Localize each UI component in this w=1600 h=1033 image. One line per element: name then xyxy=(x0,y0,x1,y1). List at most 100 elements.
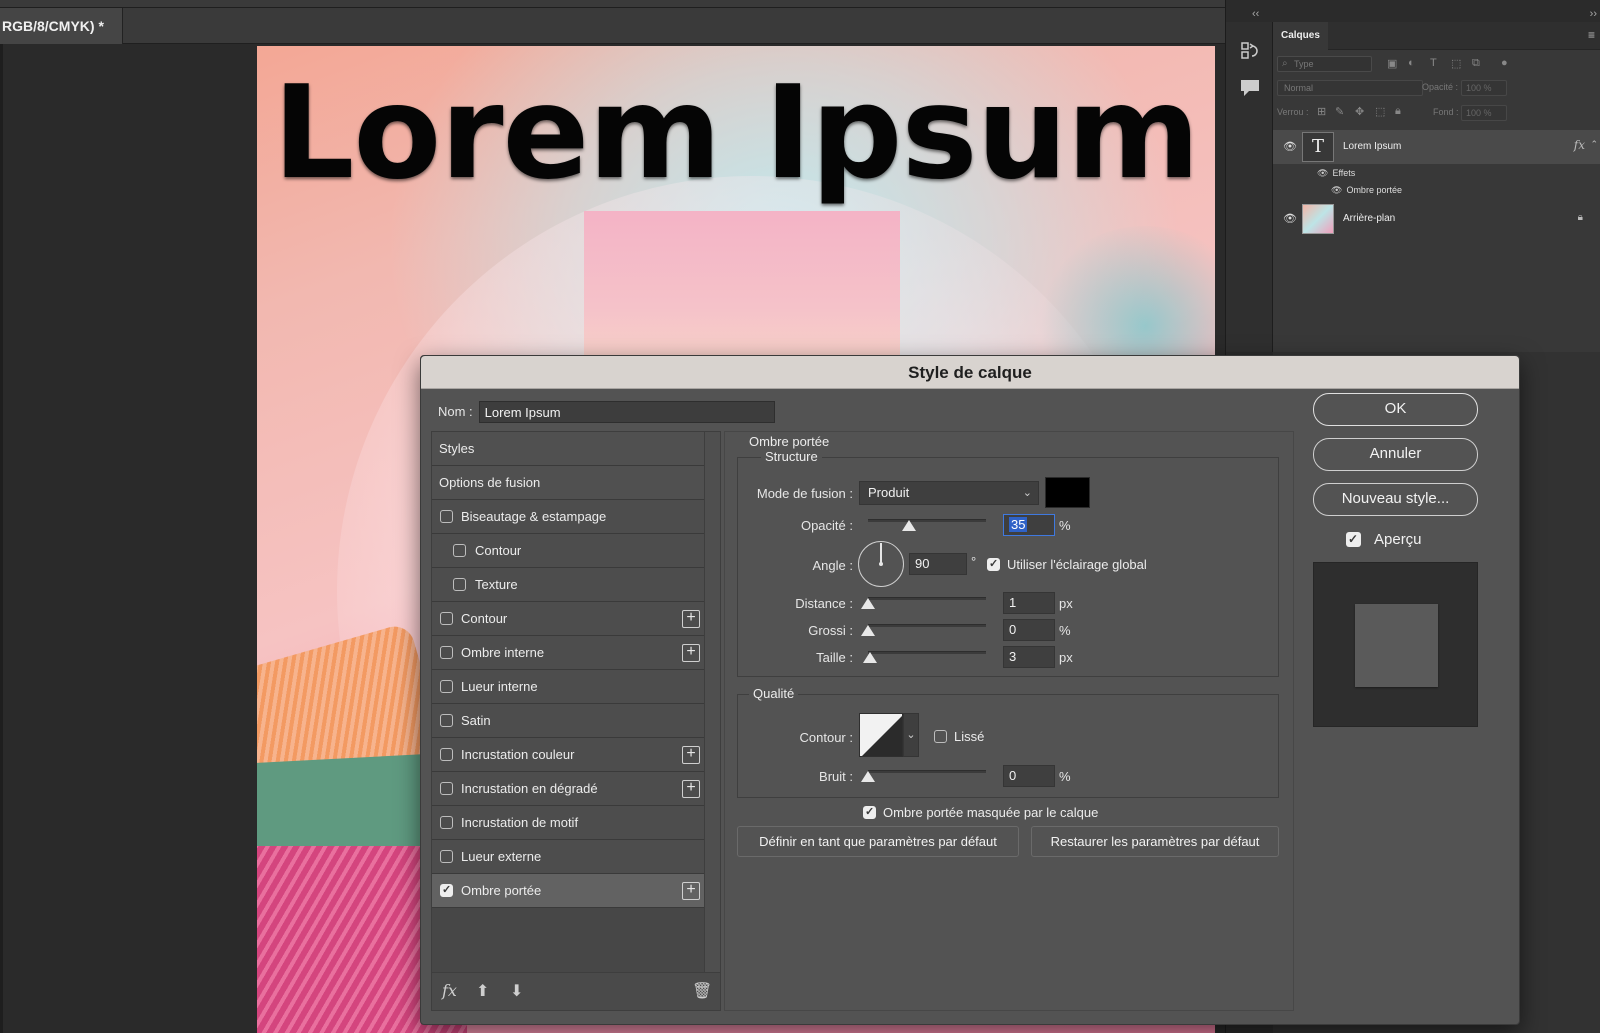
style-item[interactable]: Texture xyxy=(432,568,706,602)
antialias-box[interactable] xyxy=(934,730,947,743)
fx-menu-icon[interactable]: fx xyxy=(442,981,457,1000)
noise-slider[interactable] xyxy=(861,767,986,783)
preview-checkbox[interactable]: Aperçu xyxy=(1346,532,1422,548)
filter-shape-icon[interactable]: ⬚ xyxy=(1451,57,1461,70)
antialias-checkbox[interactable]: Lissé xyxy=(934,730,984,744)
lock-all-icon[interactable]: 🔒︎ xyxy=(1395,105,1401,118)
preview-box[interactable] xyxy=(1346,532,1361,547)
distance-field[interactable]: 1 xyxy=(1003,592,1055,614)
spread-slider[interactable] xyxy=(861,621,986,637)
spread-field[interactable]: 0 xyxy=(1003,619,1055,641)
angle-field[interactable]: 90 xyxy=(909,553,967,575)
opacity-slider-thumb[interactable] xyxy=(902,520,917,531)
style-item[interactable]: Contour xyxy=(432,534,706,568)
style-item[interactable]: Biseautage & estampage xyxy=(432,500,706,534)
drop-shadow-eye-icon[interactable]: 👁︎ xyxy=(1331,185,1342,195)
size-slider-thumb[interactable] xyxy=(863,652,877,663)
global-light-box[interactable] xyxy=(987,558,1000,571)
document-tab[interactable]: RGB/8/CMYK) * xyxy=(0,8,123,44)
contour-curve-preview[interactable] xyxy=(859,713,903,757)
style-item[interactable]: Ombre portée + xyxy=(432,874,706,908)
new-style-button[interactable]: Nouveau style... xyxy=(1313,483,1478,516)
name-input[interactable]: Lorem Ipsum xyxy=(478,401,775,423)
add-instance-icon[interactable]: + xyxy=(682,780,700,798)
cancel-button[interactable]: Annuler xyxy=(1313,438,1478,471)
visibility-eye-icon[interactable]: 👁︎ xyxy=(1283,140,1297,153)
comment-icon[interactable] xyxy=(1238,77,1262,101)
add-instance-icon[interactable]: + xyxy=(682,610,700,628)
style-item[interactable]: Lueur interne xyxy=(432,670,706,704)
contour-dropdown[interactable]: ⌄ xyxy=(903,713,919,757)
style-item[interactable]: Options de fusion xyxy=(432,466,706,500)
noise-field[interactable]: 0 xyxy=(1003,765,1055,787)
filter-adjustment-icon[interactable]: ◐ xyxy=(1408,57,1415,69)
opacity-slider[interactable] xyxy=(868,516,986,532)
size-slider[interactable] xyxy=(863,648,986,664)
visibility-eye-icon[interactable]: 👁︎ xyxy=(1283,212,1297,225)
style-item[interactable]: Incrustation couleur + xyxy=(432,738,706,772)
distance-slider-thumb[interactable] xyxy=(861,598,875,609)
style-item[interactable]: Incrustation de motif xyxy=(432,806,706,840)
layer-search-input[interactable]: ⌕ Type xyxy=(1277,56,1372,72)
layer-blend-select[interactable]: Normal xyxy=(1277,80,1423,96)
collapse-left-icon[interactable]: ‹‹ xyxy=(1252,8,1259,20)
knockout-checkbox[interactable]: Ombre portée masquée par le calque xyxy=(863,806,1098,820)
add-instance-icon[interactable]: + xyxy=(682,882,700,900)
style-checkbox[interactable] xyxy=(440,510,453,523)
noise-slider-thumb[interactable] xyxy=(861,771,875,782)
blend-mode-select[interactable]: Produit ⌄ xyxy=(859,481,1039,505)
tab-calques[interactable]: Calques xyxy=(1273,22,1328,50)
lock-transparency-icon[interactable]: ⊞ xyxy=(1317,105,1326,118)
global-light-checkbox[interactable]: Utiliser l'éclairage global xyxy=(987,558,1147,572)
style-item[interactable]: Incrustation en dégradé + xyxy=(432,772,706,806)
angle-dial[interactable] xyxy=(858,541,904,587)
style-checkbox[interactable] xyxy=(453,544,466,557)
effects-group[interactable]: 👁︎ Effets xyxy=(1317,168,1355,179)
style-checkbox[interactable] xyxy=(440,680,453,693)
panel-menu-icon[interactable]: ≡ xyxy=(1588,28,1595,42)
style-item[interactable]: Styles xyxy=(432,432,706,466)
collapse-effects-icon[interactable]: ⌃ xyxy=(1590,139,1598,150)
set-default-button[interactable]: Définir en tant que paramètres par défau… xyxy=(737,826,1019,857)
style-item[interactable]: Lueur externe xyxy=(432,840,706,874)
effects-eye-icon[interactable]: 👁︎ xyxy=(1317,168,1328,178)
style-checkbox[interactable] xyxy=(440,748,453,761)
add-instance-icon[interactable]: + xyxy=(682,746,700,764)
layer-arriere-plan[interactable]: 👁︎ Arrière-plan 🔒︎ xyxy=(1273,202,1600,236)
reset-default-button[interactable]: Restaurer les paramètres par défaut xyxy=(1031,826,1279,857)
lock-paint-icon[interactable]: ✎ xyxy=(1335,105,1344,118)
collapse-right-icon[interactable]: ›› xyxy=(1590,8,1597,20)
move-down-icon[interactable]: ⬇ xyxy=(510,981,523,1001)
fx-badge-icon[interactable]: fx xyxy=(1574,138,1585,152)
ok-button[interactable]: OK xyxy=(1313,393,1478,426)
size-field[interactable]: 3 xyxy=(1003,646,1055,668)
style-item[interactable]: Contour + xyxy=(432,602,706,636)
filter-toggle-icon[interactable]: ● xyxy=(1501,57,1508,69)
style-checkbox[interactable] xyxy=(440,612,453,625)
layer-opacity-field[interactable]: 100 % xyxy=(1461,80,1507,96)
filter-pixel-icon[interactable]: ▣ xyxy=(1387,57,1397,70)
dialog-title[interactable]: Style de calque xyxy=(421,356,1519,389)
knockout-box[interactable] xyxy=(863,806,876,819)
style-checkbox[interactable] xyxy=(453,578,466,591)
style-checkbox[interactable] xyxy=(440,714,453,727)
style-checkbox[interactable] xyxy=(440,816,453,829)
spread-slider-thumb[interactable] xyxy=(861,625,875,636)
distance-slider[interactable] xyxy=(861,594,986,610)
opacity-field[interactable]: 35 xyxy=(1003,514,1055,536)
lock-move-icon[interactable]: ✥ xyxy=(1355,105,1364,118)
lock-artboard-icon[interactable]: ⬚ xyxy=(1375,105,1385,118)
style-checkbox[interactable] xyxy=(440,646,453,659)
history-icon[interactable] xyxy=(1238,40,1262,64)
filter-smart-object-icon[interactable]: ⧉ xyxy=(1472,57,1480,70)
filter-type-icon[interactable]: T xyxy=(1430,57,1437,69)
add-instance-icon[interactable]: + xyxy=(682,644,700,662)
style-checkbox[interactable] xyxy=(440,850,453,863)
effect-drop-shadow[interactable]: 👁︎ Ombre portée xyxy=(1331,185,1402,196)
shadow-color-swatch[interactable] xyxy=(1045,477,1090,508)
layer-lorem-ipsum[interactable]: 👁︎ T Lorem Ipsum fx ⌃ xyxy=(1273,130,1600,164)
fill-field[interactable]: 100 % xyxy=(1461,105,1507,121)
style-item[interactable]: Satin xyxy=(432,704,706,738)
style-checkbox[interactable] xyxy=(440,782,453,795)
style-item[interactable]: Ombre interne + xyxy=(432,636,706,670)
